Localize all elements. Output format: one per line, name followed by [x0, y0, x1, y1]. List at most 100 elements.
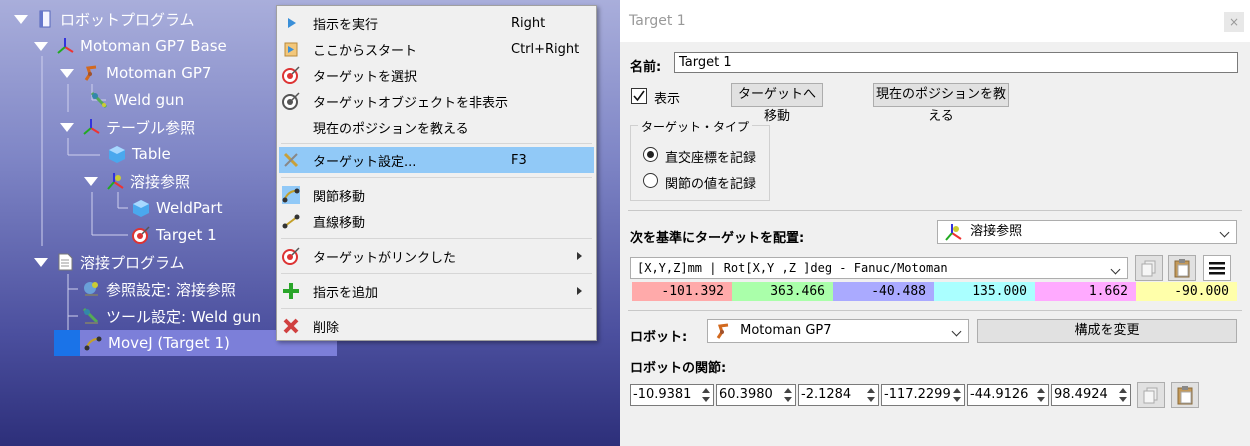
joint-4-input[interactable]: -117.2299	[881, 384, 965, 406]
close-button[interactable]: ×	[1224, 12, 1244, 32]
hamburger-menu-icon	[1209, 262, 1225, 275]
tree-item-target[interactable]: Target 1	[132, 222, 217, 248]
coordinate-format-dropdown[interactable]: [X,Y,Z]mm | Rot[X,Y ,Z ]deg - Fanuc/Moto…	[630, 257, 1128, 279]
menu-item-run-instruction[interactable]: 指示を実行 Right	[279, 10, 594, 36]
submenu-arrow-icon	[577, 287, 582, 295]
joint-value: -10.9381	[633, 387, 692, 402]
menu-item-target-settings[interactable]: ターゲット設定... F3	[279, 147, 594, 173]
collapse-arrow-icon[interactable]	[60, 68, 74, 78]
joint-move-icon	[282, 186, 300, 204]
submenu-arrow-icon	[577, 252, 582, 260]
collapse-arrow-icon[interactable]	[34, 41, 48, 51]
menu-item-start-from-here[interactable]: ここからスタート Ctrl+Right	[279, 36, 594, 62]
name-label: 名前:	[630, 60, 662, 75]
collapse-arrow-icon[interactable]	[14, 14, 28, 24]
spin-arrows-icon[interactable]	[1117, 386, 1129, 404]
tree-item-robot-base[interactable]: Motoman GP7 Base	[34, 33, 227, 59]
spin-arrows-icon[interactable]	[951, 386, 963, 404]
tree-item-tool[interactable]: Weld gun	[90, 87, 184, 113]
menu-button[interactable]	[1203, 255, 1231, 281]
spin-arrows-icon[interactable]	[1035, 386, 1047, 404]
tree-item-label: Table	[132, 145, 171, 163]
coord-rz[interactable]: -90.000	[1136, 282, 1237, 301]
coord-rx[interactable]: 135.000	[934, 282, 1035, 301]
paste-joints-button[interactable]	[1171, 382, 1199, 408]
reference-frame-value: 溶接参照	[970, 224, 1023, 239]
target-icon	[282, 66, 300, 84]
change-configuration-button[interactable]: 構成を変更	[977, 319, 1237, 343]
joint-value: -44.9126	[970, 387, 1029, 402]
tree-item-set-reference[interactable]: 参照設定: 溶接参照	[82, 276, 236, 302]
coord-y[interactable]: 363.466	[732, 282, 833, 301]
target-icon	[132, 226, 150, 244]
copy-button[interactable]	[1135, 255, 1163, 281]
menu-item-label: 削除	[313, 320, 340, 336]
menu-item-joint-move[interactable]: 関節移動	[279, 182, 594, 208]
start-from-here-icon	[282, 40, 300, 58]
collapse-arrow-icon[interactable]	[34, 257, 48, 267]
joints-radio[interactable]	[643, 173, 658, 188]
menu-item-select-target[interactable]: ターゲットを選択	[279, 62, 594, 88]
tree-item-weld-frame[interactable]: 溶接参照	[84, 168, 190, 194]
joint-1-input[interactable]: -10.9381	[630, 384, 714, 406]
visible-label: 表示	[654, 92, 681, 107]
move-to-target-button[interactable]: ターゲットへ移動	[731, 83, 823, 124]
joint-2-input[interactable]: 60.3980	[716, 384, 796, 406]
tree-item-label: Motoman GP7 Base	[80, 37, 227, 55]
joint-6-input[interactable]: 98.4924	[1051, 384, 1131, 406]
menu-item-delete[interactable]: 削除	[279, 313, 594, 339]
reference-frame-icon	[56, 37, 74, 55]
tree-item-weldpart[interactable]: WeldPart	[132, 195, 222, 221]
coord-z[interactable]: -40.488	[833, 282, 934, 301]
tree-item-label: 参照設定: 溶接参照	[106, 280, 236, 299]
robot-arm-icon	[714, 322, 732, 340]
menu-item-teach-position[interactable]: 現在のポジションを教える	[279, 114, 594, 140]
reference-frame-icon	[944, 223, 962, 241]
menu-item-target-linked[interactable]: ターゲットがリンクした	[279, 243, 594, 269]
menu-item-linear-move[interactable]: 直線移動	[279, 208, 594, 234]
cartesian-radio[interactable]	[643, 147, 658, 162]
play-icon	[282, 14, 300, 32]
spin-arrows-icon[interactable]	[865, 386, 877, 404]
menu-separator	[281, 273, 592, 274]
coord-ry[interactable]: 1.662	[1035, 282, 1136, 301]
menu-item-hide-target-object[interactable]: ターゲットオブジェクトを非表示	[279, 88, 594, 114]
cartesian-label: 直交座標を記録	[665, 151, 757, 166]
separator	[628, 310, 1242, 311]
coord-x[interactable]: -101.392	[632, 282, 732, 301]
tree-item-robot[interactable]: Motoman GP7	[60, 60, 211, 86]
paste-button[interactable]	[1168, 255, 1196, 281]
collapse-arrow-icon[interactable]	[60, 122, 74, 132]
tree-item-label: 溶接参照	[130, 172, 191, 191]
collapse-arrow-icon[interactable]	[84, 176, 98, 186]
tree-item-robot-program[interactable]: ロボットプログラム	[14, 6, 195, 32]
tree-item-table[interactable]: Table	[108, 141, 171, 167]
panel-titlebar: Target 1 ×	[620, 0, 1250, 42]
joint-move-icon	[84, 334, 102, 352]
joint-3-input[interactable]: -2.1284	[798, 384, 879, 406]
checkmark-icon	[633, 90, 645, 102]
tree-item-label: WeldPart	[156, 199, 223, 217]
teach-current-position-button[interactable]: 現在のポジションを教える	[873, 83, 1009, 124]
reference-frame-icon	[106, 172, 124, 190]
tree-item-weld-program[interactable]: 溶接プログラム	[34, 249, 185, 275]
set-reference-icon	[82, 280, 100, 298]
tree-item-label: MoveJ (Target 1)	[108, 334, 230, 352]
tree-item-table-frame[interactable]: テーブル参照	[60, 114, 195, 140]
joint-5-input[interactable]: -44.9126	[967, 384, 1049, 406]
delete-x-icon	[282, 317, 300, 335]
spin-arrows-icon[interactable]	[700, 386, 712, 404]
linear-move-icon	[282, 212, 300, 230]
tree-item-set-tool[interactable]: ツール設定: Weld gun	[82, 303, 261, 329]
spin-arrows-icon[interactable]	[782, 386, 794, 404]
visible-checkbox[interactable]	[631, 88, 647, 104]
menu-item-label: 関節移動	[313, 189, 366, 205]
robot-dropdown[interactable]: Motoman GP7	[707, 319, 969, 343]
copy-joints-button[interactable]	[1137, 382, 1165, 408]
robot-arm-icon	[82, 64, 100, 82]
reference-frame-dropdown[interactable]: 溶接参照	[937, 220, 1237, 244]
menu-item-label: 指示を実行	[313, 17, 379, 33]
menu-item-add-instruction[interactable]: 指示を追加	[279, 278, 594, 304]
name-input[interactable]: Target 1	[674, 52, 1238, 73]
cube-object-icon	[108, 145, 126, 163]
